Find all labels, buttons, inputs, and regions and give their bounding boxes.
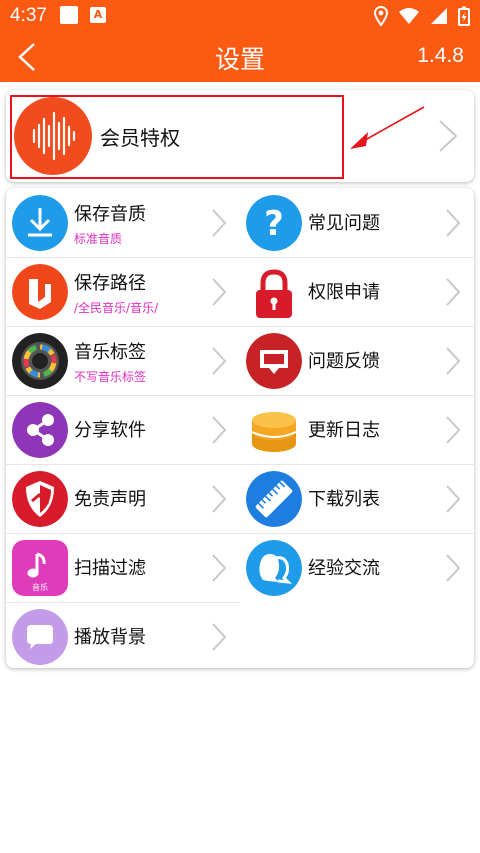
svg-text:?: ? (264, 204, 284, 244)
update-log-icon (246, 402, 302, 458)
item-title: 问题反馈 (308, 351, 380, 372)
chevron-right-icon (446, 416, 461, 444)
share-icon (12, 402, 68, 458)
settings-item-feedback[interactable]: 问题反馈 (240, 326, 474, 395)
chevron-right-icon (212, 347, 227, 375)
vip-card[interactable]: 会员特权 (6, 90, 474, 182)
item-title: 保存路径 (74, 273, 146, 294)
settings-item-share[interactable]: 分享软件 (6, 395, 240, 464)
settings-item-disclaimer[interactable]: 免责声明 (6, 464, 240, 533)
signal-icon (431, 8, 447, 24)
settings-item-music-tag[interactable]: 音乐标签 不写音乐标签 (6, 326, 240, 395)
chevron-right-icon (446, 554, 461, 582)
download-icon (12, 195, 68, 251)
chevron-right-icon (212, 416, 227, 444)
chevron-right-icon (212, 209, 227, 237)
settings-item-update-log[interactable]: 更新日志 (240, 395, 474, 464)
item-title: 分享软件 (74, 420, 146, 441)
status-bar: 4:37 A (0, 0, 480, 32)
item-title: 音乐标签 (74, 342, 146, 363)
wifi-icon (399, 8, 419, 24)
battery-icon (458, 6, 470, 26)
status-icons (374, 5, 470, 27)
notification-icon (60, 6, 78, 24)
chevron-right-icon (212, 278, 227, 306)
lock-icon (246, 264, 302, 320)
item-subtitle: 标准音质 (74, 232, 123, 246)
item-subtitle: 不写音乐标签 (74, 370, 147, 384)
page-title: 设置 (214, 45, 265, 74)
settings-grid: 保存音质 标准音质 ? 常见问题 保存路径 /全民音乐/音乐/ 权限申请 音乐标… (6, 188, 474, 668)
app-notification-icon: A (90, 7, 106, 23)
chat-group-icon (246, 540, 302, 596)
chevron-right-icon (446, 209, 461, 237)
item-title: 权限申请 (308, 282, 380, 303)
question-icon: ? (246, 195, 302, 251)
svg-text:音乐: 音乐 (32, 582, 48, 592)
location-icon (374, 6, 388, 26)
settings-item-community[interactable]: 经验交流 (240, 533, 474, 602)
item-title: 更新日志 (308, 420, 380, 441)
chevron-right-icon (446, 278, 461, 306)
item-title: 常见问题 (308, 213, 380, 234)
item-subtitle: /全民音乐/音乐/ (74, 301, 159, 315)
item-title: 扫描过滤 (74, 558, 146, 579)
music-note-icon: 音乐 (12, 540, 68, 596)
item-title: 保存音质 (74, 204, 146, 225)
feedback-icon (246, 333, 302, 389)
version-label: 1.4.8 (417, 44, 464, 67)
chevron-right-icon (212, 623, 227, 651)
item-title: 下载列表 (308, 489, 380, 510)
item-title: 经验交流 (308, 558, 380, 579)
chevron-right-icon (446, 347, 461, 375)
app-header: 4:37 A 设置 1.4.8 (0, 0, 480, 82)
settings-item-download-list[interactable]: 下载列表 (240, 464, 474, 533)
settings-item-scan-filter[interactable]: 音乐 扫描过滤 (6, 533, 240, 602)
shield-icon (12, 471, 68, 527)
settings-item-play-background[interactable]: 播放背景 (6, 602, 240, 671)
settings-item-permissions[interactable]: 权限申请 (240, 257, 474, 326)
settings-item-save-path[interactable]: 保存路径 /全民音乐/音乐/ (6, 257, 240, 326)
settings-item-faq[interactable]: ? 常见问题 (240, 188, 474, 257)
chevron-right-icon (212, 485, 227, 513)
music-tag-icon (12, 333, 68, 389)
annotation-arrow (350, 106, 425, 149)
chevron-right-icon (439, 120, 458, 152)
chevron-right-icon (446, 485, 461, 513)
item-title: 免责声明 (74, 489, 146, 510)
highlight-box (10, 95, 344, 179)
item-title: 播放背景 (74, 627, 146, 648)
message-bubble-icon (12, 609, 68, 665)
folder-path-icon (12, 264, 68, 320)
chevron-right-icon (212, 554, 227, 582)
ruler-list-icon (246, 471, 302, 527)
status-time: 4:37 (10, 5, 47, 26)
settings-item-save-quality[interactable]: 保存音质 标准音质 (6, 188, 240, 257)
